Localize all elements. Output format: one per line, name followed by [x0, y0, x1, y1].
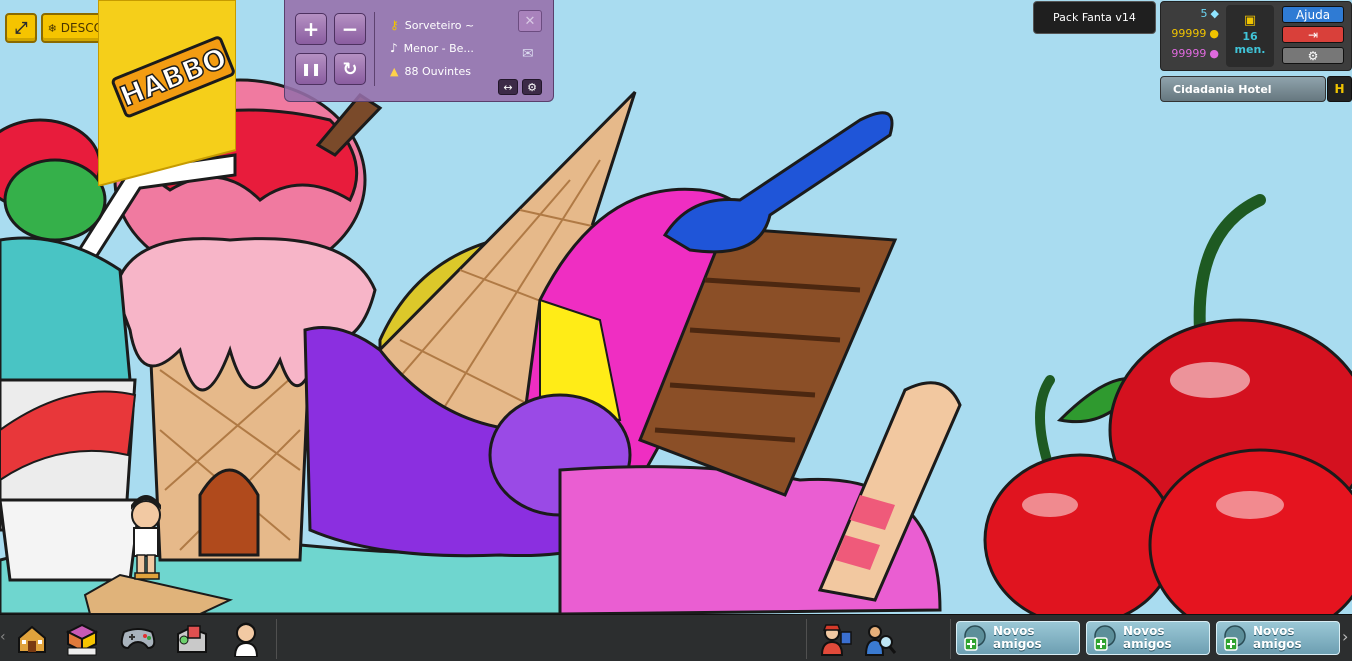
bottom-toolbar: ‹ Novos amigos Novos amigos Novos amigos…: [0, 614, 1352, 661]
my-avatar-button[interactable]: [228, 621, 264, 657]
hud-settings-button[interactable]: ⚙: [1282, 47, 1344, 64]
games-button[interactable]: [120, 621, 156, 657]
close-icon: ✕: [524, 13, 536, 29]
catalog-icon: [65, 623, 99, 656]
radio-close-button[interactable]: ✕: [518, 10, 542, 32]
credits-counter: 99999 ●: [1171, 27, 1219, 40]
pause-button[interactable]: ❚❚: [295, 53, 327, 85]
add-friend-icon: [1094, 625, 1116, 651]
diamonds-counter: 5 ◆: [1200, 7, 1219, 20]
snowflake-icon: ❄: [47, 21, 57, 35]
refresh-button[interactable]: ↻: [334, 53, 366, 85]
minus-icon: −: [341, 17, 359, 41]
radio-player: + − ❚❚ ↻ ⚷ Sorveteiro ~ ♪ Menor - Be... …: [284, 0, 554, 102]
search-friends-button[interactable]: [862, 621, 898, 657]
toolbar-separator: [276, 619, 277, 659]
radio-divider: [374, 12, 375, 86]
room-info-button[interactable]: H: [1327, 76, 1352, 102]
add-friend-icon: [964, 625, 986, 651]
catalog-button[interactable]: [64, 621, 100, 657]
settings-icon: ⚙: [1307, 48, 1319, 63]
music-note-icon: ♪: [390, 41, 398, 55]
hotel-icon: [18, 625, 46, 653]
toolbar-separator: [806, 619, 807, 659]
listeners-icon: ▲: [390, 65, 399, 78]
inventory-icon: [177, 625, 207, 653]
volume-up-button[interactable]: +: [295, 13, 327, 45]
friend-request-card[interactable]: Novos amigos: [956, 621, 1080, 655]
friends-next-button[interactable]: ›: [1342, 627, 1348, 646]
pause-icon: ❚❚: [300, 62, 322, 76]
coin-icon: ●: [1209, 27, 1219, 40]
volume-down-button[interactable]: −: [334, 13, 366, 45]
duckets-counter: 99999 ●: [1171, 47, 1219, 60]
radio-song: ♪ Menor - Be...: [390, 41, 474, 55]
friends-button[interactable]: [818, 621, 854, 657]
add-friend-icon: [1224, 625, 1246, 651]
fullscreen-button[interactable]: ⤢: [5, 13, 37, 43]
music-key-icon: ⚷: [390, 18, 399, 32]
friends-icon: [820, 624, 852, 656]
toolbar-collapse-icon[interactable]: ‹: [0, 629, 6, 645]
logout-button[interactable]: ⇥: [1282, 26, 1344, 43]
club-icon: ▣: [1243, 13, 1257, 28]
radio-dj: ⚷ Sorveteiro ~: [390, 18, 475, 32]
hotel-button[interactable]: [14, 621, 50, 657]
games-icon: [120, 628, 156, 650]
plus-icon: +: [302, 17, 320, 41]
search-friends-icon: [864, 625, 897, 656]
radio-swap-button[interactable]: ↔: [498, 79, 518, 95]
friend-request-card[interactable]: Novos amigos: [1216, 621, 1340, 655]
radio-listeners: ▲ 88 Ouvintes: [390, 65, 471, 78]
club-status[interactable]: ▣ 16 men.: [1226, 5, 1274, 67]
inventory-button[interactable]: [174, 621, 210, 657]
radio-settings-button[interactable]: ⚙: [522, 79, 542, 95]
logout-icon: ⇥: [1307, 27, 1319, 42]
help-button[interactable]: Ajuda: [1282, 6, 1344, 23]
purse-panel: 5 ◆ 99999 ● 99999 ● ▣ 16 men. Ajuda ⇥ ⚙: [1160, 1, 1352, 71]
settings-icon: ⚙: [527, 80, 537, 94]
expand-icon: ⤢: [14, 18, 28, 37]
pack-label: Pack Fanta v14: [1033, 1, 1156, 34]
room-name-bar[interactable]: Cidadania Hotel: [1160, 76, 1326, 102]
swap-icon: ↔: [503, 80, 513, 94]
radio-mail-button[interactable]: ✉: [522, 46, 534, 62]
friend-request-card[interactable]: Novos amigos: [1086, 621, 1210, 655]
diamond-icon: ◆: [1210, 7, 1219, 20]
refresh-icon: ↻: [342, 58, 358, 80]
toolbar-separator: [950, 619, 951, 659]
avatar-icon: [233, 622, 259, 657]
ducket-icon: ●: [1209, 47, 1219, 60]
habbo-logo-banner: HABBO: [97, 0, 237, 188]
mail-icon: ✉: [522, 46, 534, 62]
